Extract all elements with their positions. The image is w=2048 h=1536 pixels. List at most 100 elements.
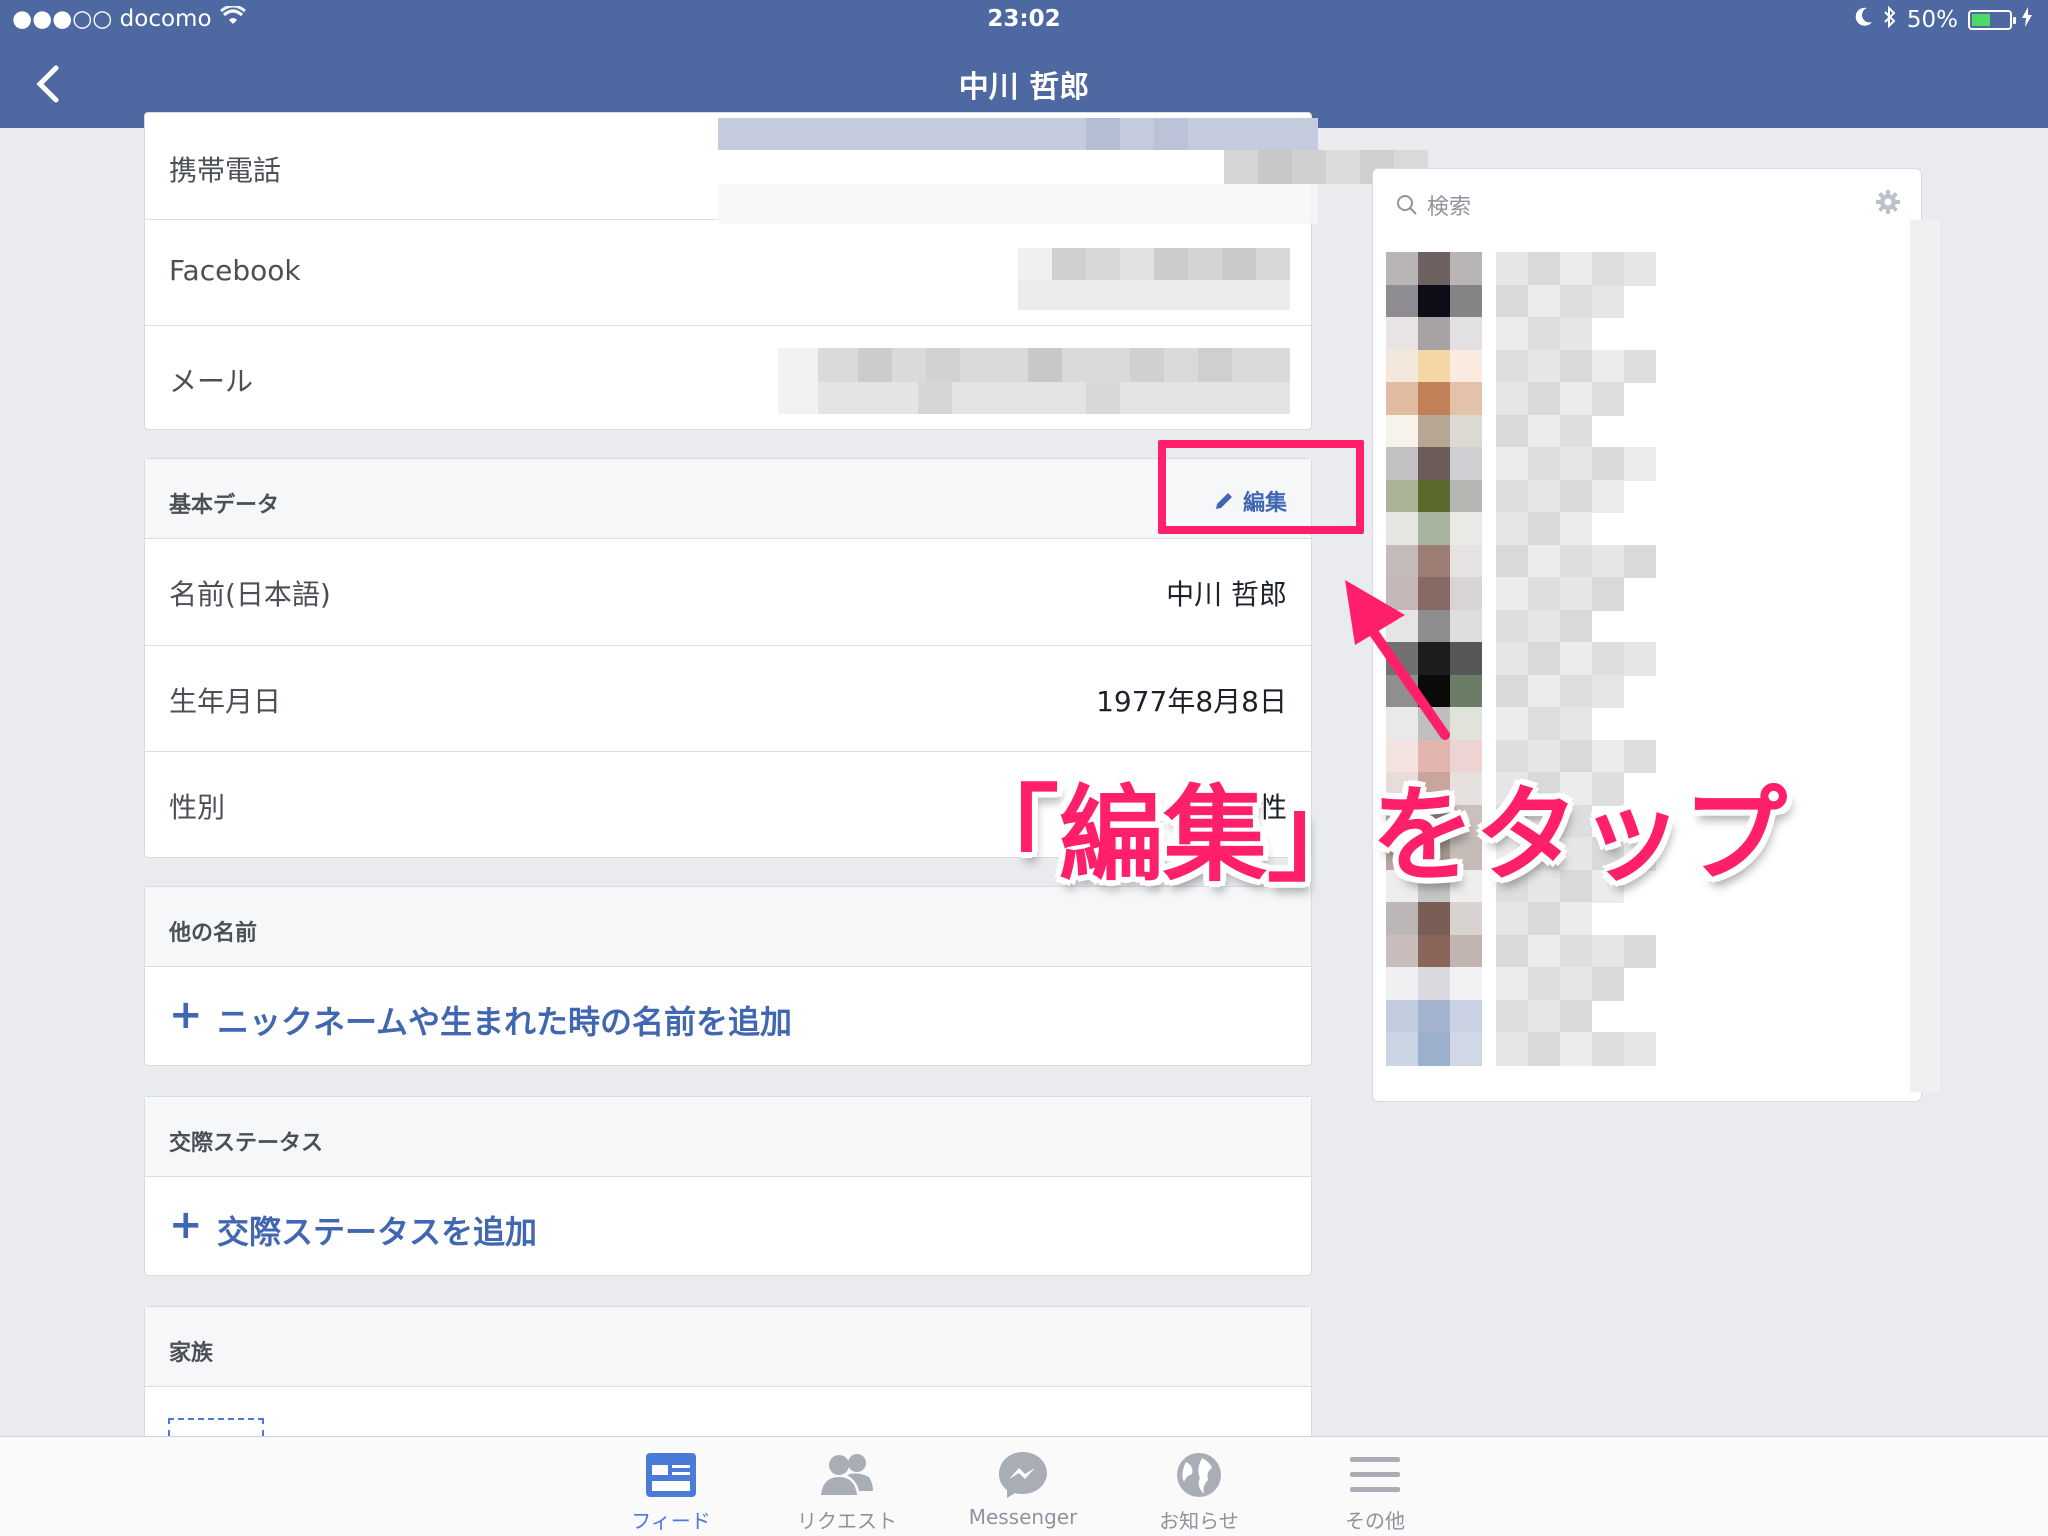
pixel-block xyxy=(1592,382,1624,416)
pixel-block xyxy=(1418,479,1450,513)
battery-icon xyxy=(1968,10,2016,30)
pixel-block xyxy=(1386,479,1418,513)
pixel-block xyxy=(1528,544,1560,578)
relationship-card: 交際ステータス + 交際ステータスを追加 xyxy=(144,1096,1312,1276)
pixel-block xyxy=(1386,902,1418,936)
pixel-block xyxy=(1418,349,1450,383)
pixel-block xyxy=(1592,544,1624,578)
pixel-block xyxy=(1386,349,1418,383)
tab-label: フィード xyxy=(631,1509,711,1533)
family-header: 家族 xyxy=(145,1307,1311,1387)
pixel-block xyxy=(1418,1032,1450,1066)
tab-notifications[interactable]: お知らせ xyxy=(1124,1445,1274,1534)
pixel-block xyxy=(1528,1032,1560,1066)
add-relationship-button[interactable]: + 交際ステータスを追加 xyxy=(145,1177,1311,1275)
pixel-block xyxy=(1496,382,1528,416)
pixel-block xyxy=(1624,642,1656,676)
search-placeholder: 検索 xyxy=(1427,195,1472,220)
pixel-block xyxy=(1560,934,1592,968)
pixel-block xyxy=(1418,447,1450,481)
bottom-tab-bar: フィード リクエスト Messenger お知らせ その他 xyxy=(0,1436,2048,1536)
pixel-block xyxy=(1528,967,1560,1001)
sidebar-search[interactable]: 検索 xyxy=(1395,189,1471,221)
pixel-block xyxy=(1528,284,1560,318)
charging-icon xyxy=(2022,7,2032,33)
pixel-block xyxy=(1528,674,1560,708)
basic-data-header: 基本データ 編集 xyxy=(145,459,1311,539)
tab-feed[interactable]: フィード xyxy=(596,1445,746,1534)
pixel-block xyxy=(1496,512,1528,546)
tab-messenger[interactable]: Messenger xyxy=(948,1445,1098,1529)
tab-label: Messenger xyxy=(968,1505,1078,1529)
pixel-block xyxy=(1592,284,1624,318)
pixel-block xyxy=(1450,349,1482,383)
pixel-block xyxy=(1496,447,1528,481)
pixel-block xyxy=(1496,1032,1528,1066)
pixel-block xyxy=(1418,317,1450,351)
bluetooth-icon xyxy=(1883,5,1897,34)
pixel-block xyxy=(1592,447,1624,481)
top-bar: ●●●○○ docomo 23:02 50% 中川 哲郎 xyxy=(0,0,2048,128)
pixel-block xyxy=(1386,252,1418,286)
add-family-placeholder[interactable] xyxy=(168,1418,264,1436)
settings-button[interactable] xyxy=(1875,189,1901,219)
pixel-block xyxy=(1496,642,1528,676)
pixel-block xyxy=(1450,252,1482,286)
field-label: 生年月日 xyxy=(169,685,282,718)
pixel-block xyxy=(1496,674,1528,708)
plus-icon: + xyxy=(169,992,203,1038)
pixel-block xyxy=(1386,512,1418,546)
pixel-block xyxy=(1450,284,1482,318)
pixel-block xyxy=(1592,479,1624,513)
pixel-block xyxy=(1560,544,1592,578)
contact-label: メール xyxy=(169,365,254,398)
tab-label: その他 xyxy=(1345,1509,1405,1533)
pixel-block xyxy=(1450,447,1482,481)
menu-icon xyxy=(1350,1457,1400,1492)
pixel-block xyxy=(1560,382,1592,416)
pixel-block xyxy=(1528,479,1560,513)
pixel-block xyxy=(1528,512,1560,546)
pixel-block xyxy=(1560,414,1592,448)
pixel-block xyxy=(1624,252,1656,286)
pixel-block xyxy=(1450,934,1482,968)
pixel-block xyxy=(1560,609,1592,643)
basic-row-name: 名前(日本語) 中川 哲郎 xyxy=(145,539,1311,645)
add-label: ニックネームや生まれた時の名前を追加 xyxy=(217,1003,793,1041)
sidebar-scrollbar[interactable] xyxy=(1910,220,1940,1092)
pixel-block xyxy=(1624,1032,1656,1066)
pixel-block xyxy=(1496,544,1528,578)
pixel-block xyxy=(1560,317,1592,351)
pixel-block xyxy=(1496,999,1528,1033)
tab-more[interactable]: その他 xyxy=(1300,1445,1450,1534)
contact-label: Facebook xyxy=(169,254,301,287)
pixel-block xyxy=(1386,317,1418,351)
pixel-block xyxy=(1386,934,1418,968)
section-title: 交際ステータス xyxy=(169,1131,324,1156)
section-title: 基本データ xyxy=(169,493,280,518)
pixel-block xyxy=(1624,544,1656,578)
pixel-block xyxy=(1528,382,1560,416)
pixel-block xyxy=(1560,577,1592,611)
pixel-block xyxy=(1560,642,1592,676)
add-other-name-button[interactable]: + ニックネームや生まれた時の名前を追加 xyxy=(145,967,1311,1065)
annotation-arrow-icon xyxy=(1345,580,1450,740)
pixel-block xyxy=(1560,674,1592,708)
pixel-block xyxy=(1496,967,1528,1001)
pixel-block xyxy=(1386,999,1418,1033)
relationship-header: 交際ステータス xyxy=(145,1097,1311,1177)
pixel-block xyxy=(1528,609,1560,643)
pixel-block xyxy=(1418,999,1450,1033)
pixel-block xyxy=(1418,252,1450,286)
pixel-block xyxy=(1592,577,1624,611)
pixel-block xyxy=(1418,967,1450,1001)
friend-requests-icon xyxy=(821,1454,873,1495)
pixel-block xyxy=(1496,902,1528,936)
tab-requests[interactable]: リクエスト xyxy=(772,1445,922,1534)
contact-label: 携帯電話 xyxy=(169,154,282,187)
section-title: 他の名前 xyxy=(169,921,258,946)
pixel-block xyxy=(1450,1032,1482,1066)
pixel-block xyxy=(1560,252,1592,286)
pixelated-contact-values xyxy=(718,118,1428,418)
tab-label: リクエスト xyxy=(797,1509,897,1533)
